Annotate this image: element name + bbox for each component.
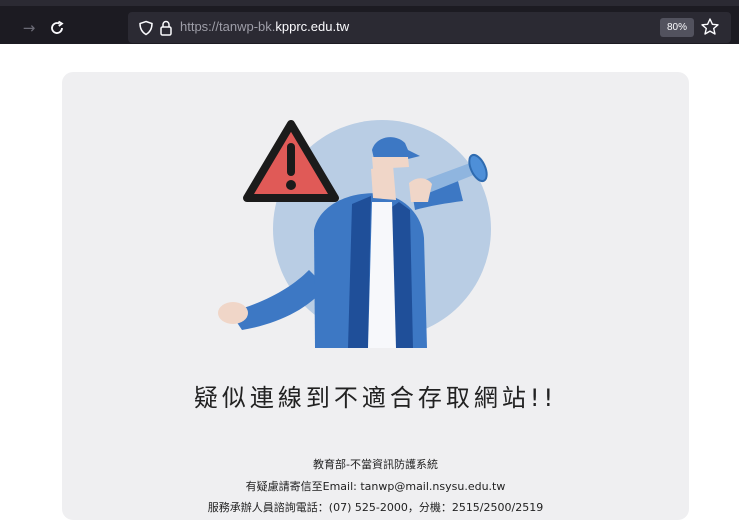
lock-icon[interactable] [159,20,173,36]
browser-toolbar: → https://tanwp-bk.kpprc.edu.tw 80% [0,0,739,44]
shield-icon[interactable] [138,20,154,36]
url-text[interactable]: https://tanwp-bk.kpprc.edu.tw [180,19,349,34]
bookmark-star-icon[interactable] [700,17,720,37]
zoom-level-badge[interactable]: 80% [660,18,695,37]
system-name: 教育部-不當資訊防護系統 [313,458,438,471]
block-page-card: 疑似連線到不適合存取網站!! 教育部-不當資訊防護系統 有疑慮請寄信至Email… [62,72,689,520]
reload-icon-glyph [51,20,64,34]
contact-phone: 服務承辦人員諮詢電話：(07) 525-2000，分機：2515/2500/25… [207,501,544,514]
page-headline: 疑似連線到不適合存取網站!! [193,384,558,412]
reload-icon[interactable] [46,17,68,39]
url-host: kpprc.edu.tw [275,19,350,34]
forward-icon[interactable]: → [18,17,40,39]
contact-email: 有疑慮請寄信至Email: tanwp@mail.nsysu.edu.tw [245,480,506,493]
blocked-site-illustration [218,120,491,348]
address-bar[interactable]: https://tanwp-bk.kpprc.edu.tw 80% [128,12,731,43]
url-prefix: https://tanwp-bk. [180,19,276,34]
